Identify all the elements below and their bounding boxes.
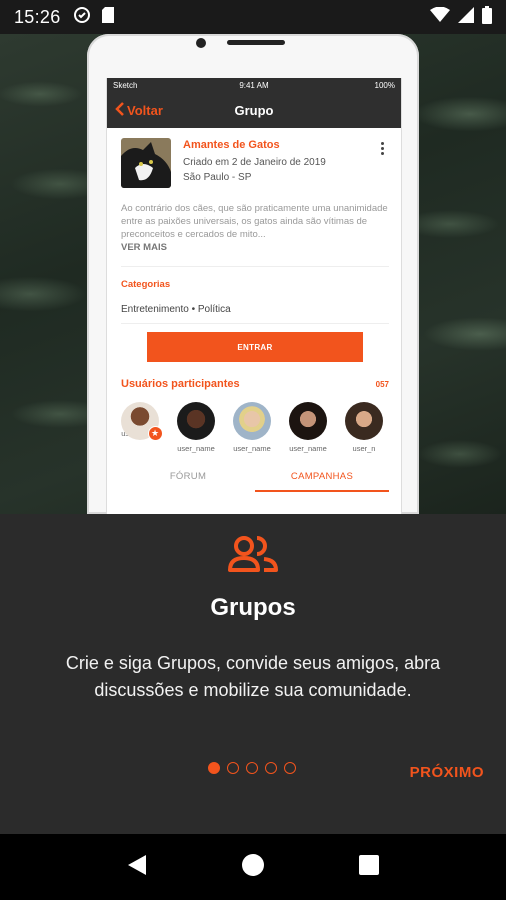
participant-name: user_name (289, 444, 327, 453)
see-more-link[interactable]: VER MAIS (121, 242, 167, 253)
avatar (345, 402, 383, 440)
categories-list: Entretenimento • Política (121, 304, 389, 324)
participant-name: user_name (177, 444, 215, 453)
chevron-left-icon (115, 101, 125, 119)
tab-forum[interactable]: FÓRUM (121, 471, 255, 492)
ios-status-bar: Sketch 9:41 AM 100% (107, 78, 401, 92)
participants-count[interactable]: 057 (376, 380, 389, 389)
page-dot (227, 762, 239, 774)
battery-icon (482, 5, 492, 29)
back-label: Voltar (127, 102, 163, 118)
join-group-button[interactable]: ENTRAR (147, 332, 363, 362)
page-dot (265, 762, 277, 774)
onboarding-description: Crie e siga Grupos, convide seus amigos,… (65, 653, 441, 700)
participants-list: ★ user_name user_name user_name user_nam… (121, 402, 389, 453)
participant-item[interactable]: user_n (345, 402, 383, 453)
avatar (289, 402, 327, 440)
participants-header: Usuários participantes 057 (121, 378, 389, 390)
participant-item[interactable]: user_name (289, 402, 327, 453)
phone-screen: Sketch 9:41 AM 100% Voltar Grupo Amantes… (106, 78, 402, 514)
onboarding-title: Grupos (210, 594, 296, 621)
status-time: 15:26 (14, 6, 61, 27)
participant-item[interactable]: ★ user_name (121, 402, 163, 453)
avatar (177, 402, 215, 440)
participant-name: user_n (352, 444, 376, 453)
group-header: Amantes de Gatos Criado em 2 de Janeiro … (121, 138, 389, 188)
participant-name: user_name (233, 444, 271, 453)
phone-mockup: Sketch 9:41 AM 100% Voltar Grupo Amantes… (87, 34, 419, 514)
sd-card-icon (101, 6, 115, 29)
group-name[interactable]: Amantes de Gatos (183, 138, 326, 153)
page-dot (246, 762, 258, 774)
ios-time: 9:41 AM (239, 80, 269, 90)
avatar (233, 402, 271, 440)
data-saver-icon (73, 6, 91, 29)
tab-campaigns[interactable]: CAMPANHAS (255, 471, 389, 492)
page-dot-active (208, 762, 220, 774)
participant-item[interactable]: user_name (233, 402, 271, 453)
back-button[interactable]: Voltar (115, 101, 163, 119)
star-icon: ★ (147, 426, 163, 441)
wifi-icon (430, 6, 450, 28)
phone-camera (196, 38, 206, 48)
group-tabs: FÓRUM CAMPANHAS (121, 471, 389, 492)
group-description: Ao contrário dos cães, que são praticame… (121, 202, 389, 254)
participants-label: Usuários participantes (121, 378, 240, 390)
onboarding-panel: Grupos Crie e siga Grupos, convide seus … (0, 514, 506, 834)
signal-icon (458, 6, 474, 28)
group-icon (227, 534, 279, 579)
group-card: Amantes de Gatos Criado em 2 de Janeiro … (107, 128, 401, 492)
next-button[interactable]: PRÓXIMO (410, 764, 484, 781)
group-created-date: Criado em 2 de Janeiro de 2019 (183, 157, 326, 168)
back-nav-icon[interactable] (126, 853, 148, 882)
group-nav-bar: Voltar Grupo (107, 92, 401, 128)
home-nav-icon[interactable] (241, 853, 265, 882)
group-image (121, 138, 171, 188)
categories-label: Categorias (121, 266, 389, 290)
page-dot (284, 762, 296, 774)
group-description-text: Ao contrário dos cães, que são praticame… (121, 203, 388, 240)
page-indicator (208, 762, 296, 774)
status-bar: 15:26 (0, 0, 506, 34)
hero-image: Sketch 9:41 AM 100% Voltar Grupo Amantes… (0, 34, 506, 514)
recents-nav-icon[interactable] (358, 854, 380, 881)
group-location: São Paulo - SP (183, 172, 252, 183)
more-options-icon[interactable] (381, 142, 385, 155)
participant-item[interactable]: user_name (177, 402, 215, 453)
phone-speaker (227, 40, 285, 45)
system-nav-bar (0, 834, 506, 900)
